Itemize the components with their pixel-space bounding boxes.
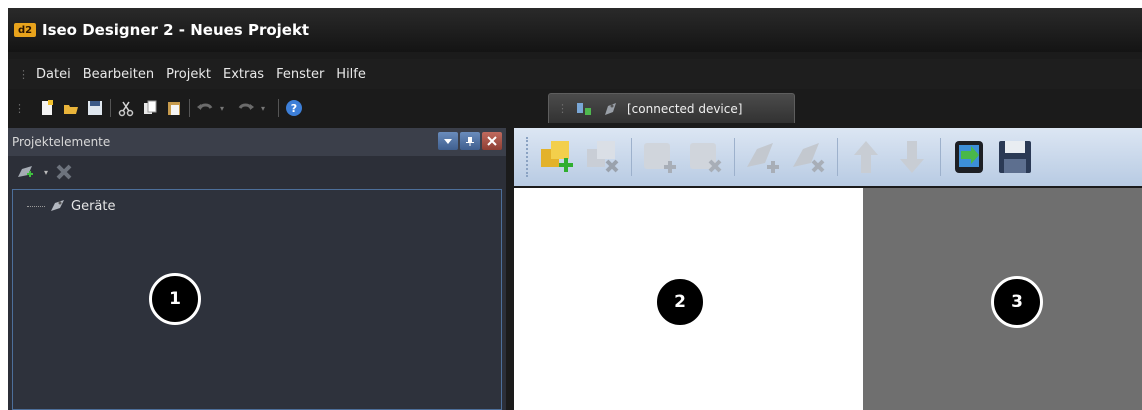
device-icon (605, 102, 616, 115)
project-tree: Geräte (12, 189, 502, 410)
tab-label: [connected device] (627, 101, 743, 116)
menu-fenster[interactable]: Fenster (276, 67, 324, 82)
menu-hilfe[interactable]: Hilfe (336, 67, 366, 82)
redo-dropdown-icon[interactable]: ▾ (261, 104, 265, 113)
panel-buttons (438, 132, 502, 150)
toolbar-separator (278, 99, 280, 117)
device-toolbar (514, 128, 1142, 186)
close-icon (487, 136, 497, 146)
remove-element-icon[interactable] (583, 137, 623, 177)
toolbar-separator (940, 138, 941, 176)
undo-dropdown-icon[interactable]: ▾ (220, 104, 224, 113)
tab-connected-device[interactable]: ⋮ [connected device] (548, 93, 795, 123)
new-icon[interactable] (38, 99, 56, 117)
redo-icon[interactable] (237, 99, 255, 117)
add-device-icon[interactable] (16, 163, 36, 181)
move-up-icon[interactable] (846, 137, 886, 177)
remove-item-icon[interactable] (686, 137, 726, 177)
tab-grip-icon: ⋮ (557, 102, 568, 115)
app-logo-icon: d2 (14, 23, 36, 37)
paste-icon[interactable] (165, 99, 183, 117)
toolbar-grip-icon[interactable]: ⋮ (14, 102, 25, 115)
cut-icon[interactable] (117, 99, 135, 117)
delete-icon[interactable] (55, 163, 73, 181)
callout-badge-2: 2 (654, 276, 706, 328)
tree-item-geraete[interactable]: Geräte (27, 198, 115, 214)
panel-pin-button[interactable] (460, 132, 480, 150)
add-key-icon[interactable] (743, 137, 783, 177)
svg-text:?: ? (291, 102, 297, 115)
device-icon (51, 200, 64, 211)
help-icon[interactable]: ? (285, 99, 303, 117)
save-icon[interactable] (86, 99, 104, 117)
window-title: Iseo Designer 2 - Neues Projekt (42, 21, 310, 39)
undo-icon[interactable] (196, 99, 214, 117)
menu-datei[interactable]: Datei (36, 67, 71, 82)
menu-grip-icon[interactable]: ⋮ (18, 68, 29, 81)
toolbar-separator (189, 99, 190, 117)
panel-toolbar: ▾ (8, 156, 506, 188)
copy-icon[interactable] (141, 99, 159, 117)
toolbar-separator (837, 138, 838, 176)
menu-bearbeiten[interactable]: Bearbeiten (83, 67, 154, 82)
pin-icon (466, 137, 474, 146)
panel-dropdown-button[interactable] (438, 132, 458, 150)
menu-projekt[interactable]: Projekt (166, 67, 211, 82)
chevron-down-icon (444, 139, 452, 144)
transfer-to-device-icon[interactable] (949, 137, 989, 177)
toolbar-row: ⋮ ▾ ▾ ? ⋮ [connected device] (8, 90, 1142, 128)
callout-badge-3: 3 (991, 276, 1043, 328)
remove-key-icon[interactable] (789, 137, 829, 177)
panel-close-button[interactable] (482, 132, 502, 150)
panel-header: Projektelemente (8, 128, 506, 156)
device-toolbar-grip-icon[interactable] (526, 137, 529, 177)
add-element-icon[interactable] (537, 137, 577, 177)
toolbar-separator (110, 99, 111, 117)
menu-extras[interactable]: Extras (223, 67, 264, 82)
open-icon[interactable] (62, 99, 80, 117)
add-item-icon[interactable] (640, 137, 680, 177)
main-toolbar: ⋮ ▾ ▾ ? (14, 94, 303, 122)
device-connect-icon (577, 102, 591, 115)
app-window: d2 Iseo Designer 2 - Neues Projekt ⋮ Dat… (8, 8, 1142, 410)
tree-connector (27, 205, 45, 207)
title-bar: d2 Iseo Designer 2 - Neues Projekt (8, 8, 1142, 52)
menu-bar: ⋮ Datei Bearbeiten Projekt Extras Fenste… (8, 59, 1142, 89)
add-device-dropdown-icon[interactable]: ▾ (44, 168, 48, 177)
move-down-icon[interactable] (892, 137, 932, 177)
panel-title: Projektelemente (12, 135, 111, 149)
project-elements-panel: Projektelemente ▾ Geräte (8, 128, 506, 410)
panel-divider[interactable] (506, 128, 514, 410)
toolbar-separator (734, 138, 735, 176)
callout-badge-1: 1 (149, 273, 201, 325)
toolbar-separator (631, 138, 632, 176)
tree-item-label: Geräte (71, 198, 116, 214)
save-icon[interactable] (995, 137, 1035, 177)
